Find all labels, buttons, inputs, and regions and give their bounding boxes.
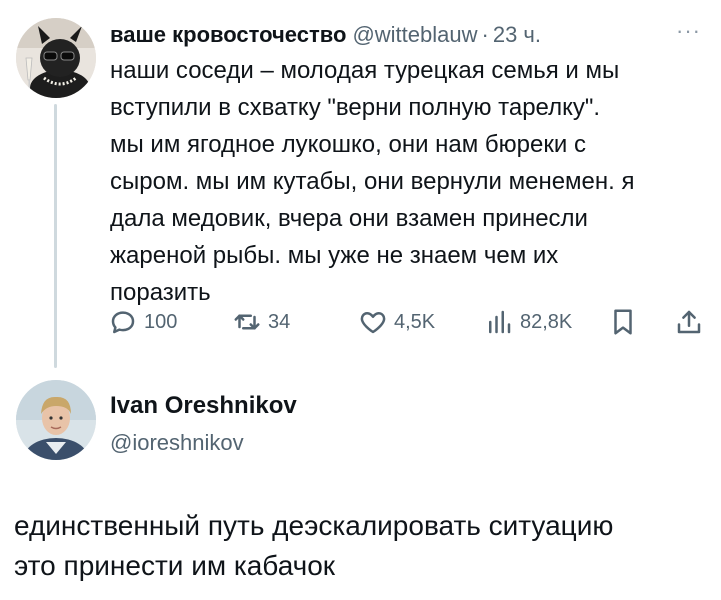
tweet-time[interactable]: 23 ч. — [493, 22, 541, 47]
bookmark-icon — [614, 309, 632, 335]
share-button[interactable] — [674, 305, 704, 339]
tweet-text-line: наши соседи – молодая турецкая семья и м… — [110, 57, 620, 84]
tweet-text-line: вступили в схватку "верни полную тарелку… — [110, 94, 601, 121]
separator-dot: · — [481, 22, 489, 47]
reply-count: 100 — [144, 310, 178, 333]
reply-author-avatar[interactable] — [16, 380, 96, 460]
reply-icon — [111, 311, 135, 334]
tweet-text-line: жареной рыбы. мы уже не знаем чем их — [110, 242, 559, 269]
author-handle[interactable]: @witteblauw — [352, 22, 477, 47]
tweet-actions: 100 34 4,5K 82,8K — [108, 305, 708, 339]
more-options-icon[interactable]: ··· — [676, 20, 701, 42]
share-icon — [677, 310, 701, 334]
retweet-icon — [234, 314, 260, 330]
reply-text-line: это принести им кабачок — [14, 550, 336, 581]
tweet-text-line: сыром. мы им кутабы, они вернули менемен… — [110, 168, 635, 195]
reply-author-handle[interactable]: @ioreshnikov — [110, 430, 297, 456]
reply-text-line: единственный путь деэскалировать ситуаци… — [14, 510, 614, 541]
reply-header: Ivan Oreshnikov @ioreshnikov — [110, 392, 297, 456]
retweet-button[interactable]: 34 — [232, 305, 290, 339]
dog-with-glasses-avatar-image — [16, 18, 96, 98]
thread-line — [54, 104, 57, 368]
tweet-header: ваше кровосточество @witteblauw · 23 ч. — [110, 22, 541, 48]
like-count: 4,5K — [394, 310, 436, 333]
reply-author-name[interactable]: Ivan Oreshnikov — [110, 392, 297, 420]
views-count: 82,8K — [520, 310, 573, 333]
author-avatar[interactable] — [16, 18, 96, 98]
tweet-text: наши соседи – молодая турецкая семья и м… — [110, 52, 710, 311]
author-name[interactable]: ваше кровосточество — [110, 22, 346, 47]
like-icon — [360, 312, 386, 334]
person-avatar-image — [16, 380, 96, 460]
tweet-text-line: мы им ягодное лукошко, они нам бюреки с — [110, 131, 586, 158]
tweet-text-line: дала медовик, вчера они взамен принесли — [110, 205, 588, 232]
views-button[interactable]: 82,8K — [484, 305, 572, 339]
bookmark-button[interactable] — [608, 305, 638, 339]
like-button[interactable]: 4,5K — [358, 305, 435, 339]
reply-text: единственный путь деэскалировать ситуаци… — [14, 506, 714, 586]
retweet-count: 34 — [268, 310, 291, 333]
reply-button[interactable]: 100 — [108, 305, 177, 339]
views-icon — [489, 310, 511, 334]
